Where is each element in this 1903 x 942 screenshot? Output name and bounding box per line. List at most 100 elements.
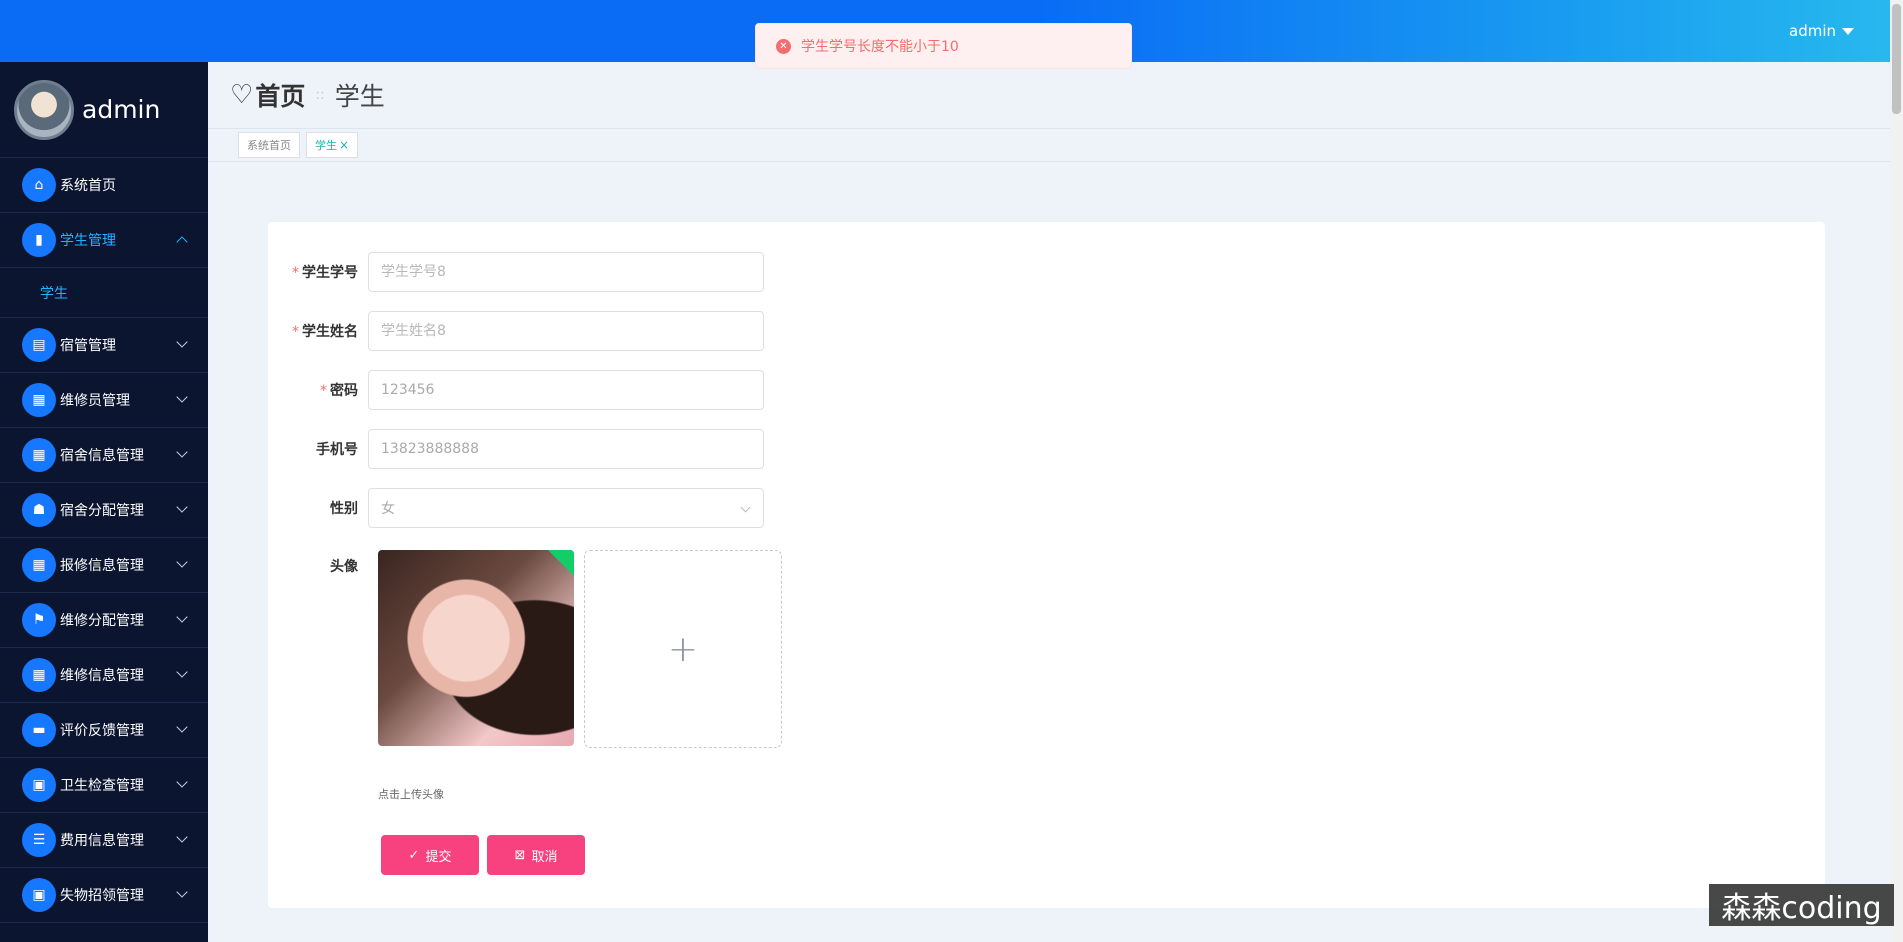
grid-icon: ▦ (22, 658, 56, 692)
list-icon: ☰ (22, 823, 56, 857)
sidebar-item-student-management[interactable]: ▮ 学生管理 (0, 213, 208, 268)
submit-button[interactable]: ✓ 提交 (381, 835, 479, 875)
breadcrumb-current: 学生 (334, 82, 385, 111)
breadcrumb-separator: :: (315, 87, 325, 103)
student-id-field[interactable] (368, 252, 764, 292)
sidebar-item-dorm-manager[interactable]: ▤ 宿管管理 (0, 318, 208, 373)
form-card: *学生学号 *学生姓名 *密码 123456 手机号 13823888888 性… (268, 222, 1825, 908)
breadcrumb: ♡ 首页 :: 学生 (208, 62, 1890, 128)
password-value[interactable]: 123456 (381, 382, 434, 398)
student-name-label-text: 学生姓名 (302, 324, 358, 340)
student-name-label: * 学生姓名 (268, 321, 368, 341)
sidebar-item-label: 费用信息管理 (60, 833, 144, 849)
ticket-icon: ▬ (22, 713, 56, 747)
sidebar-item-label: 宿舍分配管理 (60, 503, 144, 519)
chevron-down-icon (176, 391, 188, 403)
sidebar-item-repairman[interactable]: ▦ 维修员管理 (0, 373, 208, 428)
chevron-down-icon (176, 611, 188, 623)
chevron-down-icon (176, 446, 188, 458)
sidebar-item-label: 维修分配管理 (60, 613, 144, 629)
avatar (14, 79, 74, 140)
success-badge-icon (548, 550, 574, 576)
cancel-button[interactable]: ⊠ 取消 (487, 835, 585, 875)
required-mark: * (320, 383, 327, 399)
chevron-down-icon (176, 831, 188, 843)
sidebar-item-label: 失物招领管理 (60, 888, 144, 904)
uploaded-avatar-image[interactable] (378, 550, 574, 746)
breadcrumb-home[interactable]: 首页 (255, 77, 305, 113)
plus-icon: + (667, 628, 699, 670)
sidebar-item-label: 维修信息管理 (60, 668, 144, 684)
sidebar-item-label: 评价反馈管理 (60, 723, 144, 739)
close-icon[interactable]: × (339, 138, 349, 152)
sidebar-item-label: 维修员管理 (60, 393, 130, 409)
avatar-upload-button[interactable]: + (584, 550, 782, 748)
phone-row: 手机号 13823888888 (268, 429, 764, 469)
heart-icon: ♡ (230, 80, 254, 110)
avatar-label: 头像 (330, 559, 358, 575)
phone-value[interactable]: 13823888888 (381, 441, 479, 457)
sidebar-item-lost-found[interactable]: ▣ 失物招领管理 (0, 868, 208, 923)
chevron-down-icon (176, 501, 188, 513)
scrollbar-thumb[interactable] (1892, 4, 1901, 114)
profile-name: admin (82, 95, 161, 124)
grid-icon: ▦ (22, 383, 56, 417)
sidebar-item-dorm-info[interactable]: ▦ 宿舍信息管理 (0, 428, 208, 483)
sidebar-item-repair-info[interactable]: ▦ 维修信息管理 (0, 648, 208, 703)
chevron-up-icon (176, 236, 188, 248)
tag-home[interactable]: 系统首页 (238, 132, 300, 158)
tag-label: 系统首页 (247, 139, 291, 152)
user-menu[interactable]: admin (1789, 22, 1854, 40)
gender-value: 女 (381, 501, 395, 517)
required-mark: * (292, 265, 299, 281)
upload-hint: 点击上传头像 (378, 788, 444, 801)
sidebar-item-label: 卫生检查管理 (60, 778, 144, 794)
gender-select[interactable]: 女 (368, 488, 764, 528)
student-id-label-text: 学生学号 (302, 265, 358, 281)
profile: admin (0, 62, 208, 158)
student-id-label: * 学生学号 (268, 262, 368, 282)
tag-student[interactable]: 学生 × (306, 132, 359, 158)
grid-icon: ▦ (22, 438, 56, 472)
student-name-input[interactable] (381, 323, 763, 339)
toast-message: 学生学号长度不能小于10 (801, 39, 959, 55)
sidebar-item-label: 宿管管理 (60, 338, 116, 354)
sidebar-item-repair-report[interactable]: ▦ 报修信息管理 (0, 538, 208, 593)
sidebar-item-label: 系统首页 (60, 178, 116, 194)
sidebar-item-hygiene[interactable]: ▣ 卫生检查管理 (0, 758, 208, 813)
sidebar-subitem-student[interactable]: 学生 (0, 268, 208, 318)
grid-icon: ▦ (22, 548, 56, 582)
chevron-down-icon (176, 666, 188, 678)
sidebar-item-home[interactable]: ⌂ 系统首页 (0, 158, 208, 213)
flag-icon: ⚑ (22, 603, 56, 637)
chevron-down-icon (176, 336, 188, 348)
sidebar-item-label: 报修信息管理 (60, 558, 144, 574)
home-icon: ⌂ (22, 168, 56, 202)
sidebar-item-feedback[interactable]: ▬ 评价反馈管理 (0, 703, 208, 758)
student-name-row: * 学生姓名 (268, 311, 764, 351)
scrollbar[interactable] (1890, 0, 1903, 942)
cancel-label: 取消 (531, 849, 558, 865)
student-name-field[interactable] (368, 311, 764, 351)
chevron-down-icon (740, 502, 751, 513)
gender-label: 性别 (330, 501, 358, 517)
close-square-icon: ⊠ (514, 847, 526, 863)
submit-label: 提交 (425, 849, 452, 865)
sidebar-item-fees[interactable]: ☰ 费用信息管理 (0, 813, 208, 868)
chevron-down-icon (176, 886, 188, 898)
chart-icon: ▮ (22, 223, 56, 257)
sidebar-item-label: 宿舍信息管理 (60, 448, 144, 464)
student-id-input[interactable] (381, 264, 763, 280)
required-mark: * (292, 324, 299, 340)
password-label: * 密码 (268, 380, 368, 400)
tags-bar: 系统首页 学生 × (208, 128, 1890, 162)
password-field[interactable]: 123456 (368, 370, 764, 410)
sidebar-item-repair-assign[interactable]: ⚑ 维修分配管理 (0, 593, 208, 648)
phone-field[interactable]: 13823888888 (368, 429, 764, 469)
phone-label: 手机号 (316, 442, 358, 458)
sidebar-item-dorm-assign[interactable]: ☗ 宿舍分配管理 (0, 483, 208, 538)
password-label-text: 密码 (330, 383, 358, 399)
chevron-down-icon (176, 721, 188, 733)
watermark: 森森coding (1709, 884, 1894, 926)
clipboard-icon: ▣ (22, 768, 56, 802)
